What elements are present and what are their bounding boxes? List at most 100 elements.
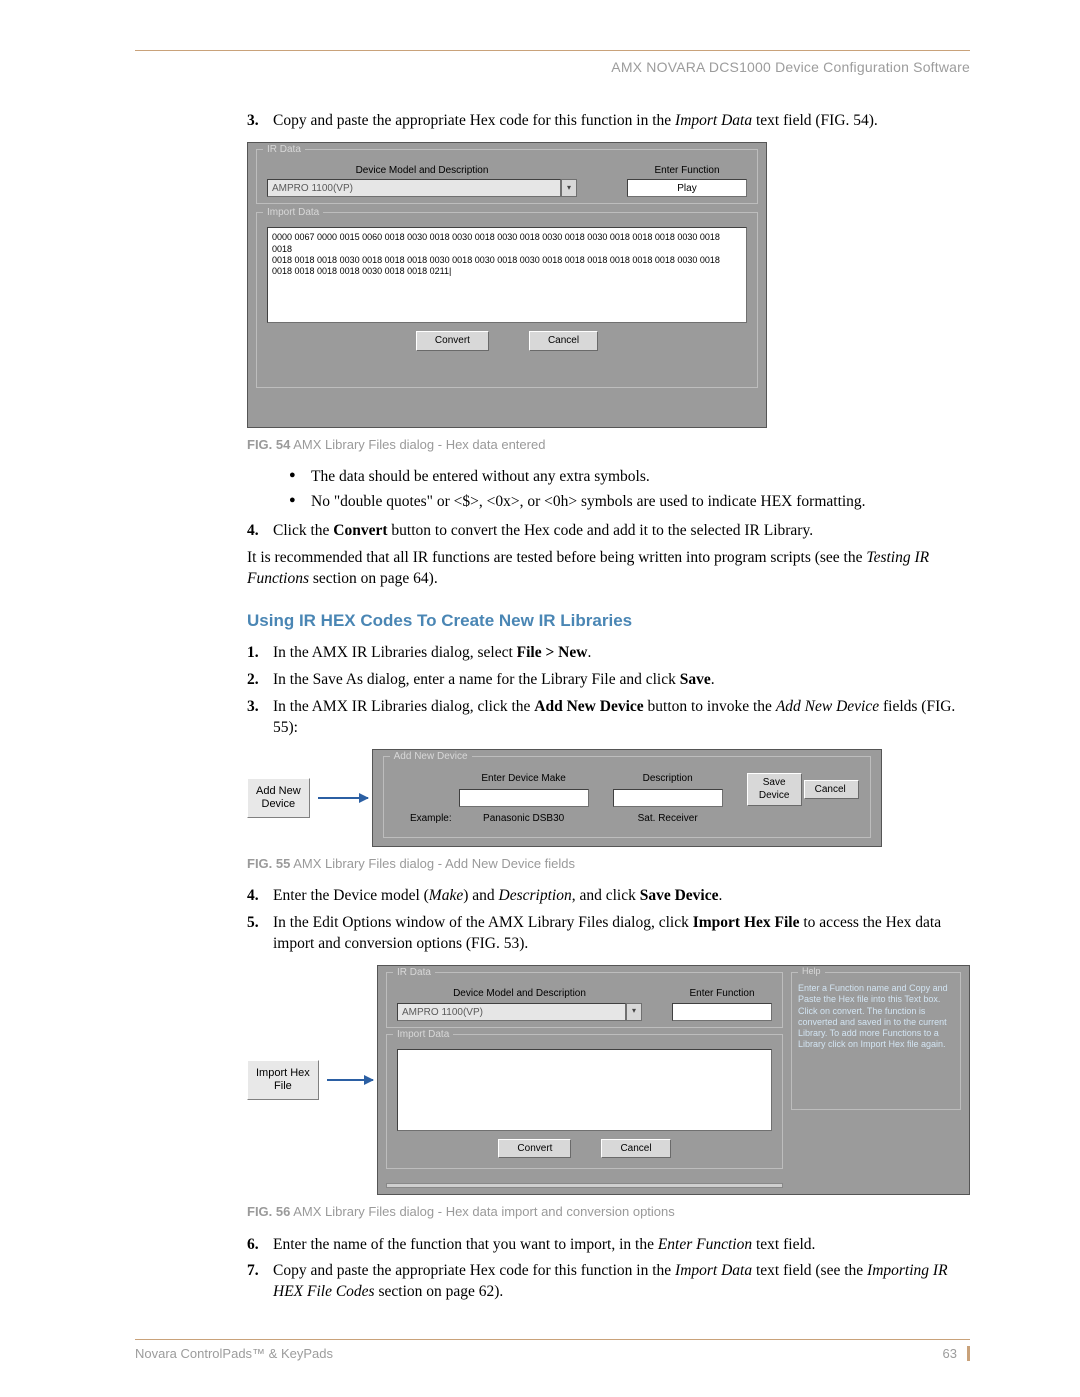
s5-a: In the Edit Options window of the AMX Li… bbox=[273, 914, 693, 931]
fig56-hex-textarea[interactable] bbox=[397, 1049, 772, 1131]
fig54-device-label: Device Model and Description bbox=[267, 164, 577, 178]
step-4-num: 4. bbox=[247, 521, 259, 542]
s7-a: Copy and paste the appropriate Hex code … bbox=[273, 1262, 675, 1279]
s2-num: 2. bbox=[247, 670, 259, 691]
fig54-hex-textarea[interactable]: 0000 0067 0000 0015 0060 0018 0030 0018 … bbox=[267, 227, 747, 323]
bullet-2: No "double quotes" or <$>, <0x>, or <0h>… bbox=[289, 492, 970, 513]
fig56-cap-n: FIG. 56 bbox=[247, 1204, 290, 1219]
fig54-cancel-button[interactable]: Cancel bbox=[529, 331, 598, 351]
fig56-function-input[interactable] bbox=[672, 1003, 772, 1021]
sec-step-1: 1. In the AMX IR Libraries dialog, selec… bbox=[247, 643, 970, 664]
sec-step-6: 6. Enter the name of the function that y… bbox=[247, 1235, 970, 1256]
fig55-group-title: Add New Device bbox=[390, 750, 472, 764]
step-4: 4. Click the Convert button to convert t… bbox=[247, 521, 970, 542]
s1-num: 1. bbox=[247, 643, 259, 664]
fig55-desc-input[interactable] bbox=[613, 789, 723, 807]
scrollbar[interactable] bbox=[386, 1183, 783, 1188]
fig55-make-input[interactable] bbox=[459, 789, 589, 807]
s2-b: Save bbox=[680, 671, 711, 688]
s4-e: , and click bbox=[572, 887, 640, 904]
section-heading: Using IR HEX Codes To Create New IR Libr… bbox=[247, 610, 970, 633]
fig56-irdata-title: IR Data bbox=[393, 966, 435, 980]
fig54-cap-t: AMX Library Files dialog - Hex data ente… bbox=[290, 437, 545, 452]
fig55-example-make: Panasonic DSB30 bbox=[458, 808, 590, 827]
sec-step-4: 4. Enter the Device model (Make) and Des… bbox=[247, 886, 970, 907]
fig55-save-button[interactable]: Save Device bbox=[747, 773, 802, 806]
fig56-func-label: Enter Function bbox=[672, 987, 772, 1001]
figure-54: IR Data Device Model and Description AMP… bbox=[247, 142, 767, 428]
fig56-device-dropdown[interactable]: AMPRO 1100(VP) bbox=[397, 1003, 626, 1021]
s4-f: Save Device bbox=[640, 887, 719, 904]
s4-g: . bbox=[718, 887, 722, 904]
figure-56: IR Data Device Model and Description AMP… bbox=[377, 965, 970, 1195]
fig54-import-title: Import Data bbox=[263, 206, 323, 220]
s7-num: 7. bbox=[247, 1261, 259, 1282]
sec-step-2: 2. In the Save As dialog, enter a name f… bbox=[247, 670, 970, 691]
s7-b: Import Data bbox=[675, 1262, 752, 1279]
step-4c: button to convert the Hex code and add i… bbox=[388, 522, 814, 539]
s2-a: In the Save As dialog, enter a name for … bbox=[273, 671, 680, 688]
step-3-num: 3. bbox=[247, 111, 259, 132]
fig54-irdata-title: IR Data bbox=[263, 143, 305, 157]
fig55-cancel-button[interactable]: Cancel bbox=[804, 780, 859, 800]
s6-c: text field. bbox=[752, 1236, 815, 1253]
fig55-example-label: Example: bbox=[394, 808, 458, 827]
s3-num: 3. bbox=[247, 697, 259, 718]
s4-c: ) and bbox=[463, 887, 498, 904]
s5-b: Import Hex File bbox=[693, 914, 800, 931]
fig56-import-title: Import Data bbox=[393, 1028, 453, 1042]
fig54-caption: FIG. 54 AMX Library Files dialog - Hex d… bbox=[247, 436, 970, 454]
s7-e: section on page 62). bbox=[375, 1283, 504, 1300]
fig55-make-label: Enter Device Make bbox=[459, 772, 589, 786]
fig56-help-text: Enter a Function name and Copy and Paste… bbox=[798, 983, 948, 1049]
sec-step-3: 3. In the AMX IR Libraries dialog, click… bbox=[247, 697, 970, 739]
s1-b: File > New bbox=[517, 644, 588, 661]
fig56-cap-t: AMX Library Files dialog - Hex data impo… bbox=[290, 1204, 674, 1219]
fig55-caption: FIG. 55 AMX Library Files dialog - Add N… bbox=[247, 855, 970, 873]
sec-step-5: 5. In the Edit Options window of the AMX… bbox=[247, 913, 970, 955]
fig54-cap-n: FIG. 54 bbox=[247, 437, 290, 452]
chevron-down-icon-2[interactable]: ▾ bbox=[626, 1003, 642, 1021]
page-number: 63 bbox=[943, 1346, 970, 1361]
fig56-help-title: Help bbox=[798, 966, 825, 977]
recommendation: It is recommended that all IR functions … bbox=[247, 548, 970, 590]
s4-b: Make bbox=[429, 887, 463, 904]
s6-b: Enter Function bbox=[658, 1236, 752, 1253]
fig55-desc-label: Description bbox=[613, 772, 723, 786]
top-rule bbox=[135, 50, 970, 51]
rec-a: It is recommended that all IR functions … bbox=[247, 549, 866, 566]
rec-c: section on page 64). bbox=[309, 570, 438, 587]
fig56-help-box: Help Enter a Function name and Copy and … bbox=[791, 972, 961, 1110]
s1-c: . bbox=[587, 644, 591, 661]
arrow-icon bbox=[318, 797, 368, 799]
page-footer: Novara ControlPads™ & KeyPads 63 bbox=[135, 1339, 970, 1361]
fig55-cap-n: FIG. 55 bbox=[247, 856, 290, 871]
chevron-down-icon[interactable]: ▾ bbox=[561, 179, 577, 197]
fig54-convert-button[interactable]: Convert bbox=[416, 331, 489, 351]
s7-c: text field (see the bbox=[752, 1262, 867, 1279]
step-4b: Convert bbox=[333, 522, 387, 539]
step-3: 3. Copy and paste the appropriate Hex co… bbox=[247, 111, 970, 132]
s4-a: Enter the Device model ( bbox=[273, 887, 429, 904]
s6-num: 6. bbox=[247, 1235, 259, 1256]
s3-b: Add New Device bbox=[534, 698, 643, 715]
s3-d: Add New Device bbox=[776, 698, 879, 715]
fig55-callout: Add New Device bbox=[247, 778, 310, 818]
s5-num: 5. bbox=[247, 913, 259, 934]
s1-a: In the AMX IR Libraries dialog, select bbox=[273, 644, 517, 661]
fig54-device-dropdown[interactable]: AMPRO 1100(VP) bbox=[267, 179, 561, 197]
s6-a: Enter the name of the function that you … bbox=[273, 1236, 658, 1253]
fig56-caption: FIG. 56 AMX Library Files dialog - Hex d… bbox=[247, 1203, 970, 1221]
fig56-callout: Import Hex File bbox=[247, 1060, 319, 1100]
running-header: AMX NOVARA DCS1000 Device Configuration … bbox=[135, 59, 970, 75]
fig54-function-input[interactable]: Play bbox=[627, 179, 747, 197]
bullet-1: The data should be entered without any e… bbox=[289, 467, 970, 488]
fig56-cancel-button[interactable]: Cancel bbox=[601, 1139, 670, 1159]
fig55-cap-t: AMX Library Files dialog - Add New Devic… bbox=[290, 856, 575, 871]
s4-d: Description bbox=[499, 887, 572, 904]
step-3-text-c: text field (FIG. 54). bbox=[752, 112, 878, 129]
fig56-convert-button[interactable]: Convert bbox=[498, 1139, 571, 1159]
fig56-device-label: Device Model and Description bbox=[397, 987, 642, 1001]
s4-num: 4. bbox=[247, 886, 259, 907]
step-4a: Click the bbox=[273, 522, 333, 539]
